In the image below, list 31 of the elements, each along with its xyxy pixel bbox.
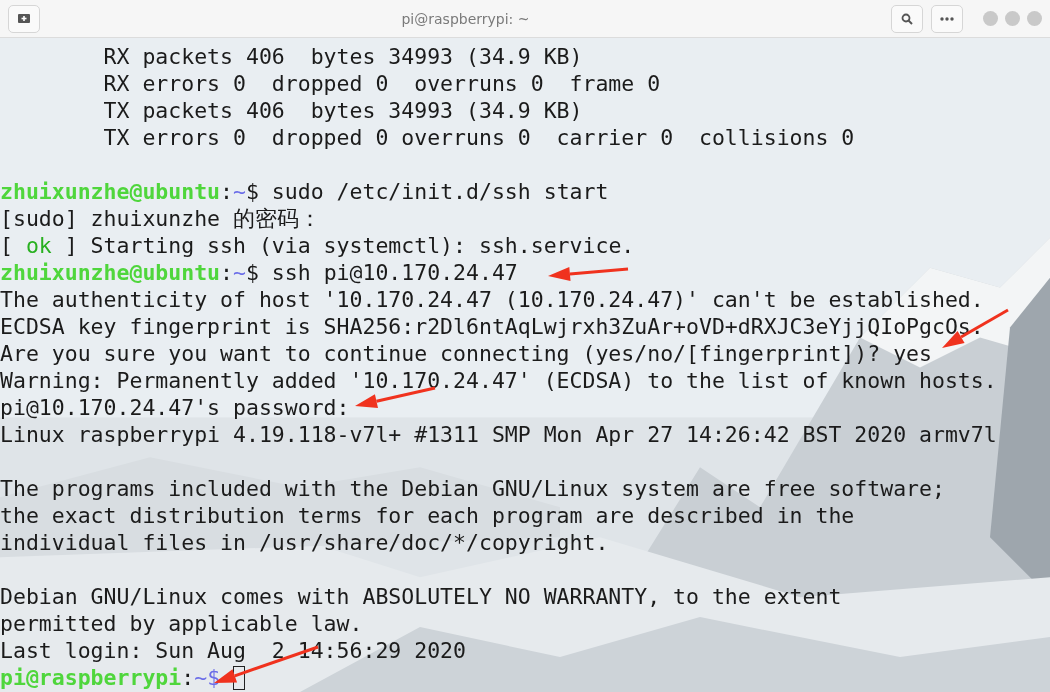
terminal-line: RX errors 0 dropped 0 overruns 0 frame 0 [102, 70, 661, 97]
minimize-button[interactable] [983, 11, 998, 26]
terminal-line: the exact distribution terms for each program are described in the [0, 502, 855, 529]
close-button[interactable] [1027, 11, 1042, 26]
terminal-line: Last login: Sun Aug 2 14:56:29 2020 [0, 637, 466, 664]
terminal-line: zhuixunzhe@ubuntu:~$ sudo /etc/init.d/ssh start [0, 178, 609, 205]
terminal-line: ECDSA key fingerprint is SHA256:r2Dl6ntAqLwjrxh3ZuAr+oVD+dRXJC3eYjjQIoPgcOs. [0, 313, 984, 340]
terminal-line: pi@10.170.24.47's password: [0, 394, 350, 421]
new-tab-button[interactable] [8, 4, 40, 33]
terminal-line: The programs included with the Debian GNU/Linux system are free software; [0, 475, 945, 502]
terminal-line: Warning: Permanently added '10.170.24.47' (ECDSA) to the list of known hosts. [0, 367, 997, 394]
menu-button[interactable] [931, 4, 963, 33]
terminal-line: [sudo] zhuixunzhe 的密码： [0, 205, 321, 232]
terminal-line: permitted by applicable law. [0, 610, 363, 637]
new-tab-icon [17, 12, 31, 25]
terminal-line: zhuixunzhe@ubuntu:~$ ssh pi@10.170.24.47 [0, 259, 518, 286]
maximize-button[interactable] [1005, 11, 1020, 26]
terminal-line: [ ok ] Starting ssh (via systemctl): ssh.service. [0, 232, 635, 259]
terminal-line: The authenticity of host '10.170.24.47 (10.170.24.47)' can't be established. [0, 286, 984, 313]
terminal-line: RX packets 406 bytes 34993 (34.9 KB) [102, 43, 583, 70]
search-icon [901, 12, 913, 25]
window-title: pi@raspberrypi: ~ [400, 10, 531, 27]
terminal-line: TX packets 406 bytes 34993 (34.9 KB) [102, 97, 583, 124]
terminal-line: Debian GNU/Linux comes with ABSOLUTELY NO WARRANTY, to the extent [0, 583, 842, 610]
more-icon [940, 16, 954, 21]
terminal-line: Linux raspberrypi 4.19.118-v7l+ #1311 SMP Mon Apr 27 14:26:42 BST 2020 armv7l [0, 421, 997, 448]
search-button[interactable] [891, 4, 923, 33]
terminal-line: individual files in /usr/share/doc/*/copyright. [0, 529, 609, 556]
terminal-line: TX errors 0 dropped 0 overruns 0 carrier 0 collisions 0 [102, 124, 855, 151]
terminal-line: pi@raspberrypi:~$ [0, 664, 222, 691]
terminal-line: Are you sure you want to continue connecting (yes/no/[fingerprint])? yes [0, 340, 932, 367]
